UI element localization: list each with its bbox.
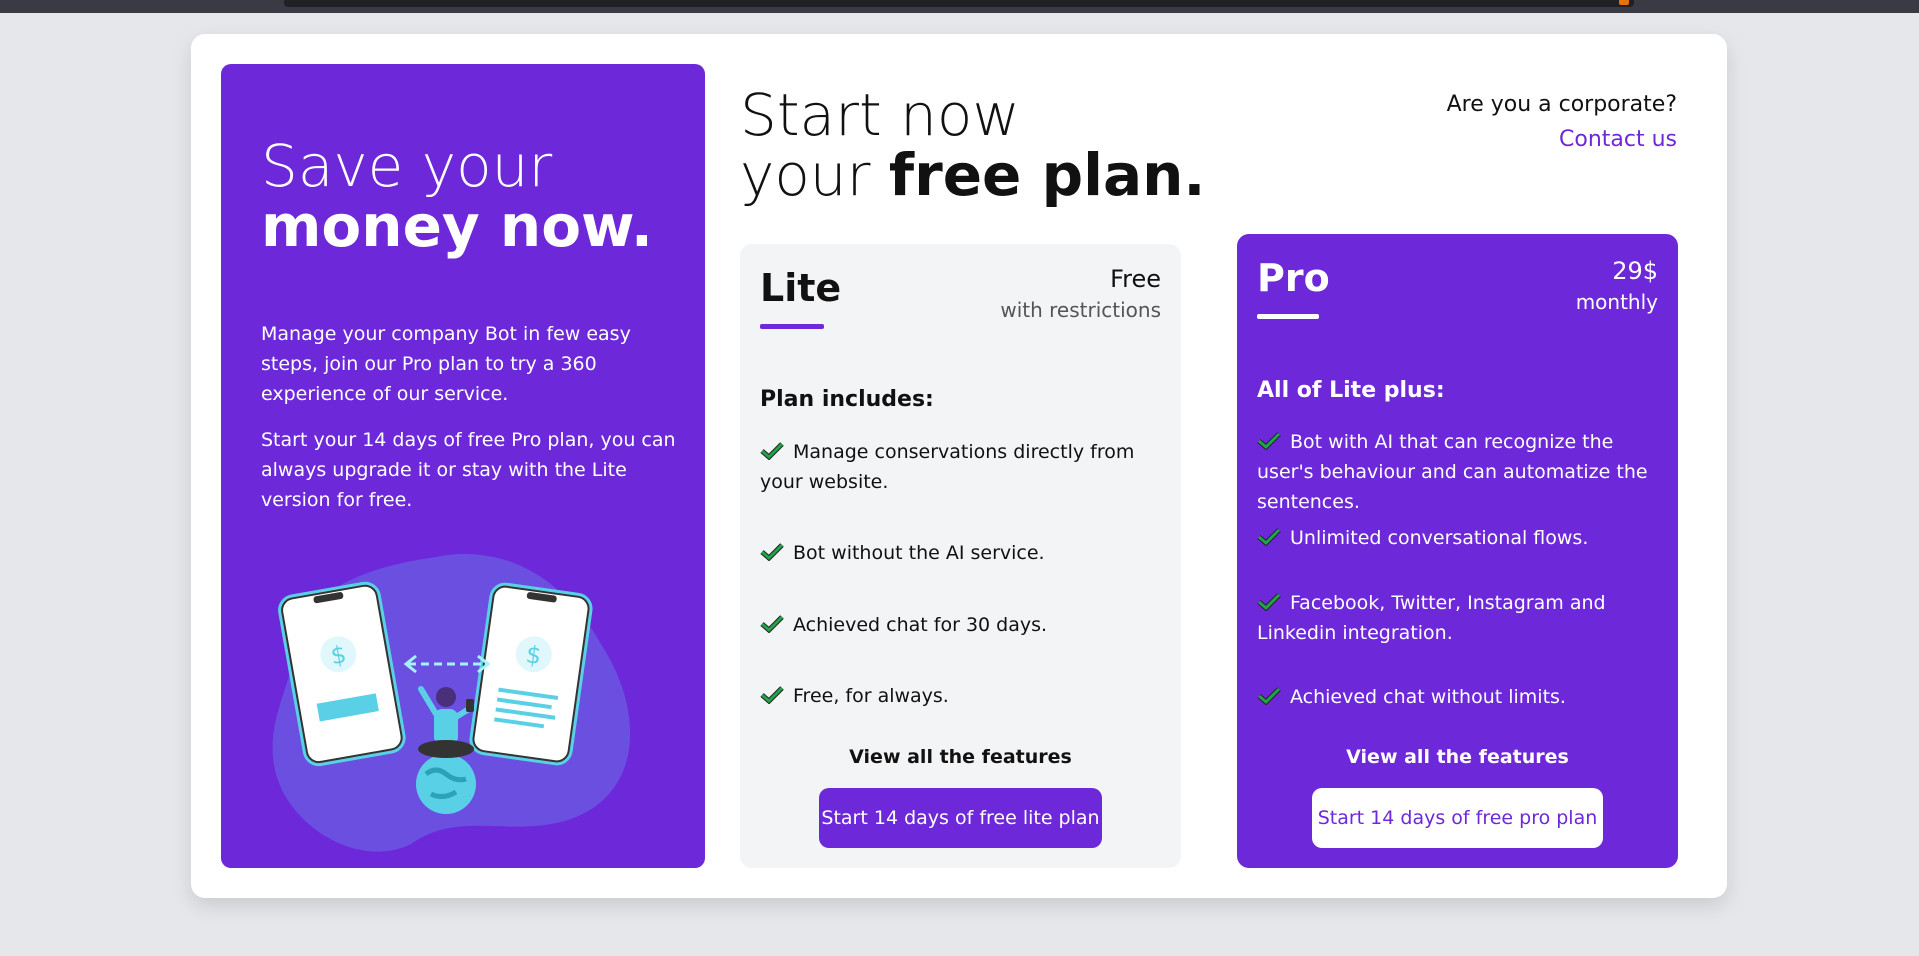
pro-feature-item: Facebook, Twitter, Instagram and Linkedi… — [1257, 588, 1657, 648]
check-icon — [1257, 432, 1281, 450]
globe-icon — [416, 754, 476, 814]
promo-paragraph-1: Manage your company Bot in few easy step… — [261, 323, 631, 405]
lite-feature-text: Free, for always. — [793, 685, 949, 707]
phone-icon: $ — [469, 582, 593, 766]
pro-feature-text: Facebook, Twitter, Instagram and Linkedi… — [1257, 592, 1606, 644]
pro-feature-text: Achieved chat without limits. — [1290, 686, 1566, 708]
page-heading: Start now your free plan. — [740, 85, 1240, 205]
check-icon — [760, 615, 784, 633]
pro-plan-name: Pro — [1257, 256, 1330, 300]
lite-plan-card: Lite Free with restrictions Plan include… — [740, 244, 1181, 868]
check-icon — [1257, 593, 1281, 611]
check-icon — [1257, 528, 1281, 546]
pro-plan-underline — [1257, 314, 1319, 319]
heading-line1: Start now — [740, 81, 1020, 149]
extension-icon[interactable] — [1619, 0, 1629, 5]
check-icon — [760, 686, 784, 704]
lite-feature-item: Free, for always. — [760, 681, 1160, 711]
heading-line2-prefix: your — [740, 141, 889, 209]
browser-address-bar[interactable] — [284, 0, 1634, 7]
lite-feature-item: Manage conservations directly from your … — [760, 437, 1160, 497]
pro-plan-price: 29$ monthly — [1576, 256, 1658, 318]
money-transfer-illustration: $ $ — [272, 554, 631, 852]
pro-includes-title: All of Lite plus: — [1257, 378, 1445, 403]
promo-title: Save your money now. — [261, 136, 681, 256]
start-lite-plan-button[interactable]: Start 14 days of free lite plan — [819, 788, 1102, 848]
heading-line2: your free plan. — [740, 145, 1240, 205]
heading-line2-bold: free plan. — [888, 141, 1206, 209]
lite-view-all-link[interactable]: View all the features — [740, 746, 1181, 768]
lite-price-note: with restrictions — [1000, 298, 1161, 322]
lite-feature-text: Achieved chat for 30 days. — [793, 614, 1048, 636]
check-icon — [1257, 687, 1281, 705]
pro-feature-text: Unlimited conversational flows. — [1290, 527, 1589, 549]
pro-price-amount: 29$ — [1612, 257, 1658, 285]
lite-plan-price: Free with restrictions — [1000, 264, 1161, 326]
lite-feature-text: Manage conservations directly from your … — [760, 441, 1135, 493]
lite-feature-item: Bot without the AI service. — [760, 538, 1160, 568]
browser-top-bar — [0, 0, 1919, 13]
pro-feature-item: Bot with AI that can recognize the user'… — [1257, 427, 1657, 517]
pro-feature-text: Bot with AI that can recognize the user'… — [1257, 431, 1648, 513]
corporate-contact: Are you a corporate? Contact us — [1447, 88, 1677, 158]
lite-plan-name: Lite — [760, 266, 842, 310]
pricing-card: Save your money now. Manage your company… — [191, 34, 1727, 898]
pro-feature-item: Unlimited conversational flows. — [1257, 523, 1657, 553]
check-icon — [760, 543, 784, 561]
lite-plan-underline — [760, 324, 824, 329]
lite-feature-item: Achieved chat for 30 days. — [760, 610, 1160, 640]
lite-feature-text: Bot without the AI service. — [793, 542, 1045, 564]
check-icon — [760, 442, 784, 460]
lite-price-amount: Free — [1110, 265, 1161, 293]
pro-price-note: monthly — [1575, 290, 1658, 314]
pro-view-all-link[interactable]: View all the features — [1237, 746, 1678, 768]
promo-paragraph-2: Start your 14 days of free Pro plan, you… — [261, 429, 676, 511]
pro-feature-item: Achieved chat without limits. — [1257, 682, 1657, 712]
promo-panel: Save your money now. Manage your company… — [221, 64, 705, 868]
promo-title-line2: money now. — [261, 192, 653, 260]
start-pro-plan-button[interactable]: Start 14 days of free pro plan — [1312, 788, 1603, 848]
pro-plan-card: Pro 29$ monthly All of Lite plus: Bot wi… — [1237, 234, 1678, 868]
lite-includes-title: Plan includes: — [760, 387, 934, 412]
contact-us-link[interactable]: Contact us — [1447, 122, 1677, 158]
corporate-question: Are you a corporate? — [1446, 92, 1677, 117]
promo-title-line1: Save your — [261, 132, 553, 200]
